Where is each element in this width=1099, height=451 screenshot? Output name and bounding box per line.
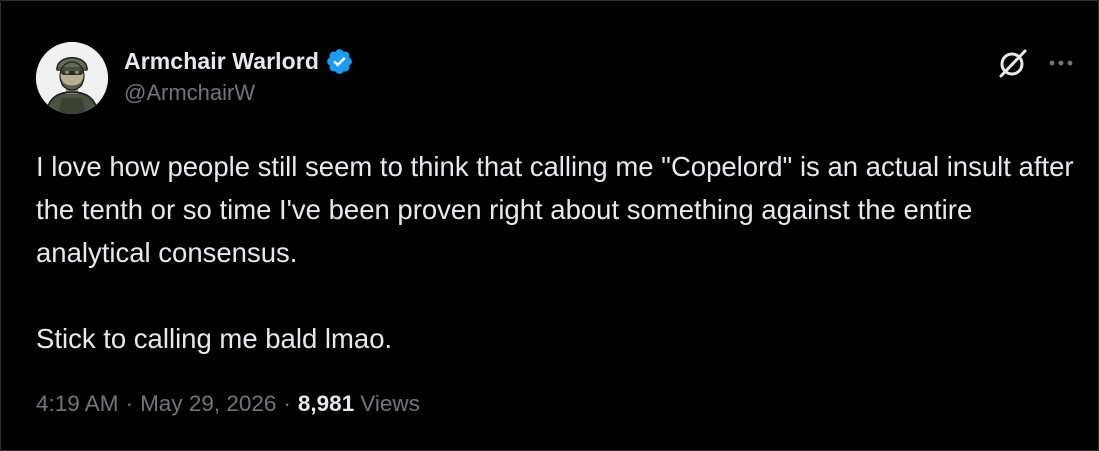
tweet-paragraph: I love how people still seem to think th… (36, 151, 1074, 268)
tweet-card: Armchair Warlord @ArmchairW I love how p… (0, 0, 1099, 451)
author-name-row: Armchair Warlord (124, 46, 354, 76)
avatar-soldier-icon (36, 42, 108, 114)
author-display-name[interactable]: Armchair Warlord (124, 48, 319, 75)
author-avatar[interactable] (36, 42, 108, 114)
author-handle[interactable]: @ArmchairW (124, 80, 354, 106)
tweet-time[interactable]: 4:19 AM (36, 391, 119, 417)
grok-icon[interactable] (996, 46, 1030, 80)
tweet-header: Armchair Warlord @ArmchairW (36, 42, 1076, 114)
author-info: Armchair Warlord @ArmchairW (124, 46, 354, 106)
tweet-text: I love how people still seem to think th… (36, 145, 1076, 360)
more-options-icon[interactable] (1046, 48, 1076, 78)
meta-separator: · (125, 391, 134, 416)
verified-badge-icon[interactable] (325, 47, 354, 76)
tweet-actions (996, 46, 1076, 80)
meta-separator: · (283, 391, 291, 416)
views-count[interactable]: 8,981 (298, 391, 354, 417)
tweet-date[interactable]: May 29, 2026 (140, 391, 276, 417)
tweet-metadata: 4:19 AM · May 29, 2026 · 8,981 Views (36, 391, 420, 417)
views-label[interactable]: Views (360, 391, 420, 417)
tweet-paragraph: Stick to calling me bald lmao. (36, 323, 393, 354)
